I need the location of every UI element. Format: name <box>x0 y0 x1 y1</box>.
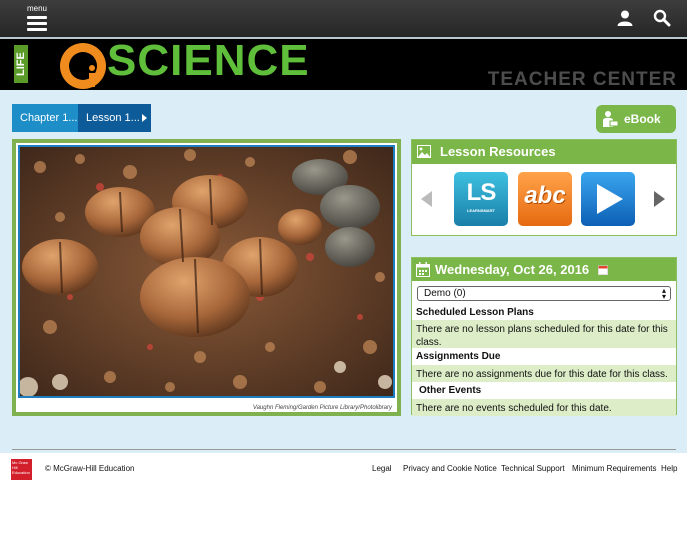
video-tile[interactable] <box>581 172 635 226</box>
reader-icon <box>603 111 619 127</box>
breadcrumb-chapter[interactable]: Chapter 1... <box>12 104 78 132</box>
events-heading: Other Events <box>419 385 482 396</box>
top-bar: menu <box>0 0 687 37</box>
i-logo-icon <box>60 43 106 89</box>
ebook-button[interactable]: eBook <box>596 105 676 133</box>
footer-link-legal[interactable]: Legal <box>372 464 392 473</box>
footer-link-requirements[interactable]: Minimum Requirements <box>572 464 656 473</box>
main-content: Chapter 1... Lesson 1... eBook Vaughn Fl… <box>0 90 687 453</box>
learnsmart-caption: LEARNSMART <box>467 208 495 213</box>
lesson-resources-title: Lesson Resources <box>440 144 556 159</box>
photo-credit: Vaughn Fleming/Garden Picture Library/Ph… <box>252 405 392 411</box>
hamburger-icon <box>27 16 47 19</box>
breadcrumb: Chapter 1... Lesson 1... <box>12 104 151 132</box>
learnsmart-icon: LS <box>466 179 497 206</box>
carousel-next-button[interactable] <box>654 191 665 207</box>
mcgraw-hill-logo[interactable]: Mc Graw Hill Education <box>11 459 32 480</box>
brand-banner: LIFE SCIENCE TEACHER CENTER <box>0 37 687 90</box>
lesson-resources-header: Lesson Resources <box>412 140 676 164</box>
user-icon[interactable] <box>616 9 634 27</box>
footer-link-help[interactable]: Help <box>661 464 677 473</box>
calendar-header: Wednesday, Oct 26, 2016 <box>412 258 676 281</box>
menu-button[interactable]: menu <box>26 5 48 31</box>
learnsmart-tile[interactable]: LS LEARNSMART <box>454 172 508 226</box>
breadcrumb-lesson[interactable]: Lesson 1... <box>78 104 151 132</box>
chevron-right-icon <box>142 114 147 122</box>
class-select-value: Demo (0) <box>424 288 466 299</box>
scheduled-text: There are no lesson plans scheduled for … <box>412 320 676 348</box>
image-icon <box>417 145 431 158</box>
lithops-photo <box>18 145 395 398</box>
calendar-date: Wednesday, Oct 26, 2016 <box>435 262 590 277</box>
search-icon[interactable] <box>653 9 671 27</box>
class-select[interactable]: Demo (0) ▴ ▾ <box>417 286 671 301</box>
calendar-icon <box>416 262 430 277</box>
play-video-icon <box>597 184 623 214</box>
copyright-text: © McGraw-Hill Education <box>45 464 135 473</box>
science-wordmark: SCIENCE <box>107 37 310 85</box>
lesson-photo-frame: Vaughn Fleming/Garden Picture Library/Ph… <box>12 139 401 416</box>
breadcrumb-lesson-label: Lesson 1... <box>86 112 140 124</box>
life-label: LIFE <box>14 45 28 83</box>
calendar-panel: Wednesday, Oct 26, 2016 Demo (0) ▴ ▾ Sche… <box>411 257 677 416</box>
assignments-text: There are no assignments due for this da… <box>412 365 676 382</box>
events-text: There are no events scheduled for this d… <box>412 399 676 416</box>
footer: Mc Graw Hill Education © McGraw-Hill Edu… <box>0 449 687 538</box>
hamburger-icon-line <box>27 22 47 25</box>
menu-label: menu <box>26 4 47 13</box>
assignments-heading: Assignments Due <box>416 351 501 362</box>
footer-divider <box>12 449 676 450</box>
footer-link-support[interactable]: Technical Support <box>501 464 565 473</box>
scheduled-heading: Scheduled Lesson Plans <box>416 307 534 318</box>
vocabulary-icon: abc <box>524 182 566 209</box>
lesson-resources-panel: Lesson Resources LS LEARNSMART abc <box>411 139 677 236</box>
date-picker-icon[interactable] <box>597 265 608 275</box>
carousel-prev-button[interactable] <box>421 191 432 207</box>
teacher-center-label: TEACHER CENTER <box>487 69 677 90</box>
select-arrows-icon: ▴ ▾ <box>661 286 666 301</box>
vocabulary-tile[interactable]: abc <box>518 172 572 226</box>
footer-link-privacy[interactable]: Privacy and Cookie Notice <box>403 464 497 473</box>
hamburger-icon-line <box>27 28 47 31</box>
ebook-label: eBook <box>624 112 661 126</box>
